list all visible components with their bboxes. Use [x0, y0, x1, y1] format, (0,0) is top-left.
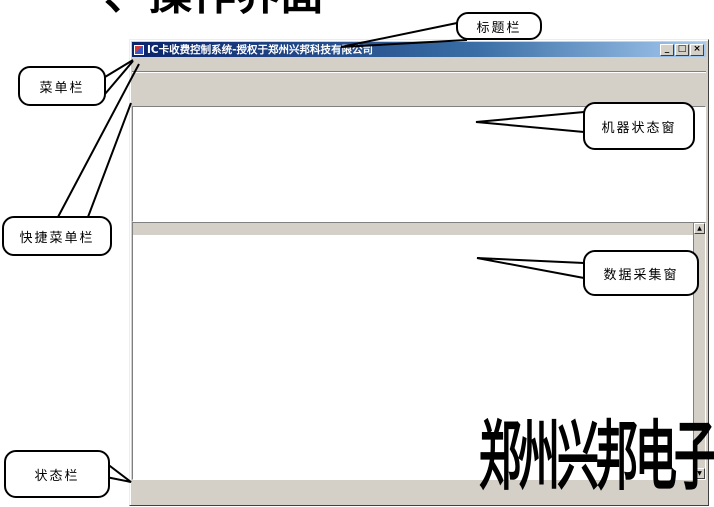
title-bar[interactable]: IC卡收费控制系统-授权于郑州兴邦科技有限公司 _ □ ×: [132, 42, 706, 57]
minimize-button[interactable]: _: [660, 44, 674, 56]
menu-bar: [132, 57, 706, 72]
callout-quick-menu-bar: 快捷菜单栏: [2, 216, 112, 256]
callout-machine-status-window: 机器状态窗: [583, 102, 695, 150]
callout-machine-status-label: 机器状态窗: [601, 117, 676, 136]
page-heading-fragment: 、操作界面: [104, 0, 324, 22]
callout-title-bar: 标题栏: [456, 12, 542, 40]
maximize-button[interactable]: □: [675, 44, 689, 56]
table-header-row: [133, 223, 694, 235]
callout-status-bar-label: 状态栏: [34, 465, 79, 484]
window-title: IC卡收费控制系统-授权于郑州兴邦科技有限公司: [147, 42, 659, 57]
callout-status-bar: 状态栏: [4, 450, 110, 498]
callout-menu-bar: 菜单栏: [18, 66, 106, 106]
quick-toolbar: [132, 72, 706, 105]
app-icon: [134, 45, 144, 55]
callout-data-collect-window: 数据采集窗: [583, 250, 699, 296]
callout-data-collect-label: 数据采集窗: [603, 264, 678, 283]
callout-menu-bar-label: 菜单栏: [39, 77, 84, 96]
scroll-up-button[interactable]: ▲: [694, 223, 705, 234]
vendor-watermark: 郑州兴邦电子: [479, 396, 713, 506]
close-button[interactable]: ×: [690, 44, 704, 56]
callout-quick-menu-bar-label: 快捷菜单栏: [19, 227, 94, 246]
callout-title-bar-label: 标题栏: [476, 17, 521, 36]
